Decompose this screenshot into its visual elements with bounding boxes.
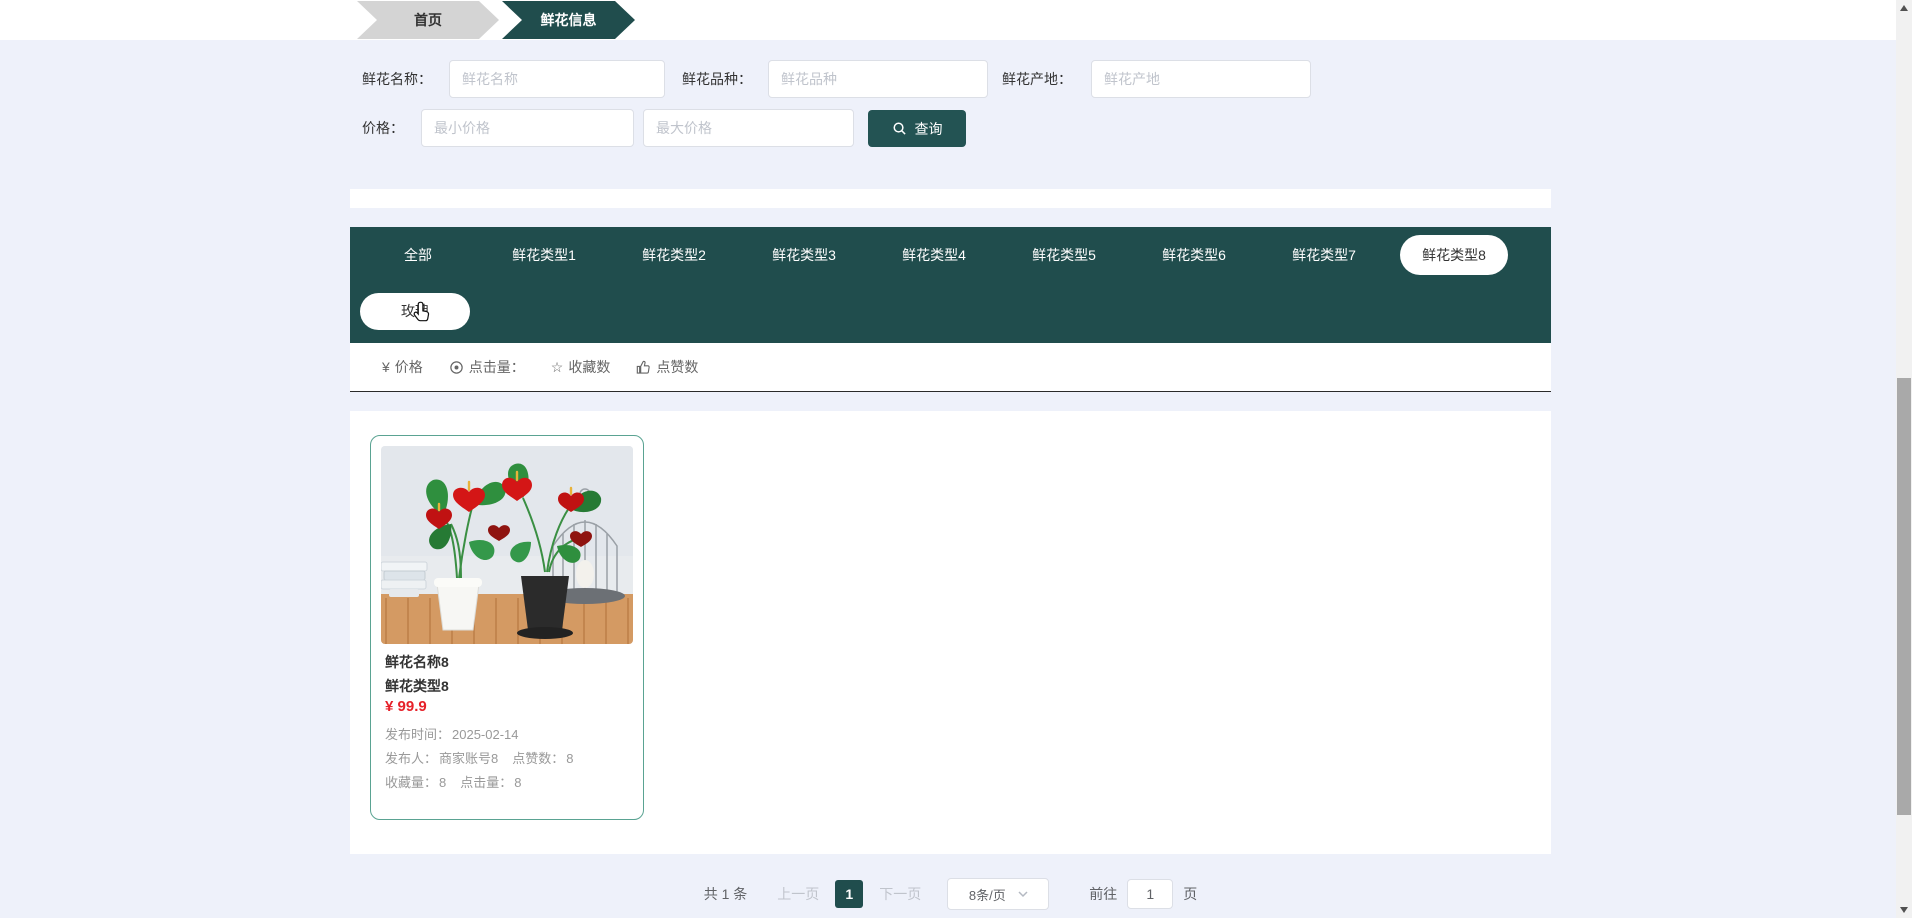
- goto-page-input[interactable]: [1127, 879, 1174, 909]
- category-tab-1[interactable]: 鲜花类型1: [479, 235, 609, 275]
- favorites-value: 8: [439, 775, 447, 790]
- category-tab-5[interactable]: 鲜花类型5: [999, 235, 1129, 275]
- sort-clicks-label: 点击量：: [468, 359, 525, 375]
- sort-bar: ¥ 价格 点击量： ☆ 收藏数 点赞数: [350, 343, 1551, 392]
- search-button-label: 查询: [914, 120, 943, 137]
- flower-origin-label: 鲜花产地：: [1002, 71, 1072, 87]
- pagination-total: 共 1 条: [703, 886, 748, 902]
- min-price-input[interactable]: [421, 109, 634, 147]
- scroll-down-button[interactable]: [1896, 902, 1912, 918]
- chevron-down-icon: [1018, 891, 1028, 898]
- sort-price-label: 价格: [394, 359, 423, 375]
- pagination-bar: 共 1 条 上一页 1 下一页 8条/页 前往 页: [350, 876, 1551, 912]
- category-bar: 全部 鲜花类型1 鲜花类型2 鲜花类型3 鲜花类型4 鲜花类型5 鲜花类型6 鲜…: [350, 227, 1551, 343]
- selected-tab-pill: 鲜花类型8: [1400, 235, 1508, 275]
- sort-by-favorites[interactable]: ☆ 收藏数: [551, 357, 611, 377]
- search-icon: [893, 122, 906, 135]
- scroll-up-button[interactable]: [1896, 0, 1912, 16]
- sort-likes-label: 点赞数: [656, 359, 699, 375]
- clicks-value: 8: [514, 775, 522, 790]
- category-tab-8-selected[interactable]: 鲜花类型8: [1389, 235, 1519, 275]
- publisher-label: 发布人：: [385, 751, 438, 766]
- sort-by-price[interactable]: ¥ 价格: [382, 357, 423, 377]
- sort-by-clicks[interactable]: 点击量：: [449, 357, 525, 377]
- scrollbar-thumb[interactable]: [1897, 378, 1911, 815]
- empty-panel: [350, 189, 1551, 208]
- prev-page-button[interactable]: 上一页: [777, 884, 819, 904]
- page-number-active[interactable]: 1: [835, 880, 864, 908]
- price-label: 价格：: [362, 120, 404, 136]
- breadcrumb-current[interactable]: 鲜花信息: [502, 1, 635, 39]
- publish-time-value: 2025-02-14: [452, 727, 519, 742]
- mouse-cursor-icon: [412, 301, 432, 328]
- breadcrumb-current-label: 鲜花信息: [540, 12, 597, 28]
- flower-name-input[interactable]: [449, 60, 665, 98]
- category-tab-6[interactable]: 鲜花类型6: [1129, 235, 1259, 275]
- sort-by-likes[interactable]: 点赞数: [636, 357, 698, 377]
- breadcrumb-home[interactable]: 首页: [357, 1, 499, 39]
- likes-label: 点赞数：: [512, 751, 565, 766]
- scrollbar-track[interactable]: [1896, 0, 1912, 918]
- breadcrumb-home-label: 首页: [414, 12, 442, 28]
- goto-suffix: 页: [1183, 886, 1198, 902]
- star-icon: ☆: [550, 358, 564, 375]
- category-tab-2[interactable]: 鲜花类型2: [609, 235, 739, 275]
- products-panel: 鲜花名称8 鲜花类型8 ¥ 99.9 发布时间： 2025-02-14 发布人：商…: [350, 411, 1551, 854]
- category-tab-4[interactable]: 鲜花类型4: [869, 235, 999, 275]
- flower-variety-label: 鲜花品种：: [682, 71, 752, 87]
- flower-variety-input[interactable]: [768, 60, 988, 98]
- clicks-label: 点击量：: [460, 775, 513, 790]
- page-size-select[interactable]: 8条/页: [947, 878, 1050, 910]
- category-tab-all[interactable]: 全部: [357, 235, 479, 275]
- product-publish-time: 发布时间： 2025-02-14: [385, 724, 521, 743]
- scroll-down-icon: [1900, 907, 1908, 913]
- eye-icon: [450, 360, 463, 374]
- flower-name-label: 鲜花名称：: [362, 71, 432, 87]
- product-publisher-likes: 发布人： 商家账号8 点赞数： 8: [385, 748, 576, 767]
- yen-icon: ¥: [382, 359, 390, 375]
- goto-label: 前往: [1089, 886, 1118, 902]
- publisher-value: 商家账号8: [439, 751, 499, 766]
- product-price: ¥ 99.9: [385, 698, 427, 715]
- thumb-up-icon: [637, 360, 651, 374]
- header-bar: 首页 鲜花信息: [0, 0, 1912, 40]
- max-price-input[interactable]: [643, 109, 854, 147]
- search-button[interactable]: 查询: [868, 110, 966, 147]
- publish-time-label: 发布时间：: [385, 727, 451, 742]
- category-tabs: 全部 鲜花类型1 鲜花类型2 鲜花类型3 鲜花类型4 鲜花类型5 鲜花类型6 鲜…: [357, 235, 1519, 275]
- flower-origin-input[interactable]: [1091, 60, 1311, 98]
- product-image: [381, 446, 633, 644]
- scroll-up-icon: [1900, 5, 1908, 11]
- category-tab-3[interactable]: 鲜花类型3: [739, 235, 869, 275]
- sort-favorites-label: 收藏数: [568, 359, 611, 375]
- product-card[interactable]: 鲜花名称8 鲜花类型8 ¥ 99.9 发布时间： 2025-02-14 发布人：商…: [370, 435, 644, 820]
- category-tab-7[interactable]: 鲜花类型7: [1259, 235, 1389, 275]
- product-name: 鲜花名称8: [385, 654, 449, 670]
- page-size-value: 8条/页: [968, 887, 1006, 903]
- product-type: 鲜花类型8: [385, 678, 449, 694]
- favorites-label: 收藏量：: [385, 775, 438, 790]
- likes-value: 8: [566, 751, 574, 766]
- flower-list-page: 首页 鲜花信息 鲜花名称： 鲜花品种： 鲜花产地： 价格： 查询 全部 鲜花类型…: [0, 0, 1912, 918]
- next-page-button[interactable]: 下一页: [879, 884, 921, 904]
- product-favorites-clicks: 收藏量： 8 点击量： 8: [385, 772, 524, 791]
